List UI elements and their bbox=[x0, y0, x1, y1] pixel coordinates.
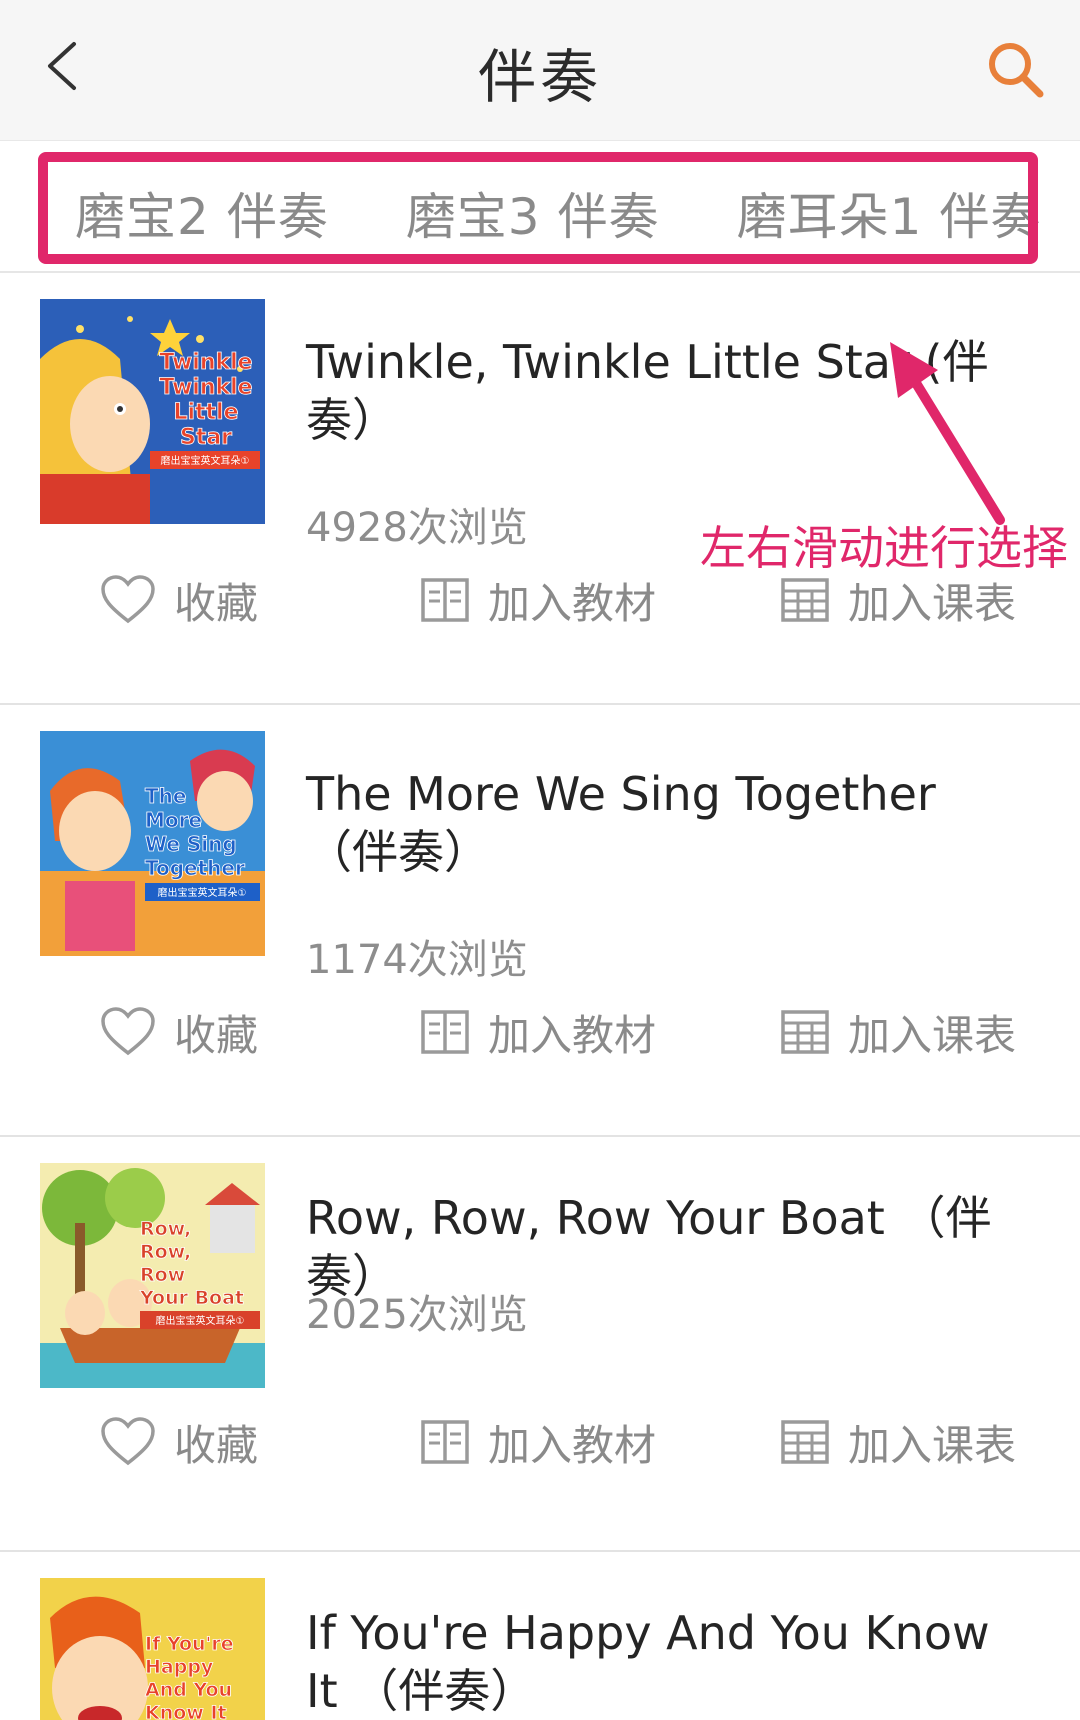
book-icon bbox=[421, 1420, 469, 1464]
cover-title-line: Star bbox=[180, 425, 232, 450]
book-icon bbox=[421, 1010, 469, 1054]
add-textbook-button[interactable]: 加入教材 bbox=[420, 1407, 656, 1477]
top-bar: 伴奏 bbox=[0, 0, 1080, 141]
search-button[interactable] bbox=[984, 38, 1046, 100]
cover-series-label: 磨出宝宝英文耳朵① bbox=[158, 886, 247, 899]
cover-image: Row, Row, Row Your Boat 磨出宝宝英文耳朵① bbox=[40, 1163, 265, 1388]
add-schedule-button[interactable]: 加入课表 bbox=[780, 1407, 1016, 1477]
cover-title-line: Twinkle bbox=[159, 350, 252, 375]
item-title[interactable]: The More We Sing Together （伴奏） bbox=[306, 765, 1026, 881]
cover-title-line: More bbox=[145, 808, 202, 832]
grid-icon bbox=[781, 1420, 829, 1464]
cover-title-line: And You bbox=[145, 1679, 232, 1701]
cover-title-line: The bbox=[145, 784, 186, 808]
cover-title-line: Your Boat bbox=[139, 1287, 244, 1309]
cover-title-line: Know It bbox=[145, 1702, 227, 1720]
cover-image: Twinkle Twinkle Little Star 磨出宝宝英文耳朵① bbox=[40, 299, 265, 524]
cover-title-line: Row bbox=[140, 1264, 185, 1286]
heart-icon bbox=[101, 575, 155, 624]
arrow-up-left-icon bbox=[890, 342, 1005, 525]
page-title: 伴奏 bbox=[477, 43, 602, 111]
list-item[interactable]: Row, Row, Row Your Boat 磨出宝宝英文耳朵① Row, R… bbox=[0, 1137, 1080, 1552]
favorite-label: 收藏 bbox=[174, 1010, 259, 1060]
cover-title-line: We Sing bbox=[145, 832, 237, 856]
add-schedule-label: 加入课表 bbox=[848, 1010, 1017, 1060]
book-icon bbox=[421, 578, 469, 622]
add-textbook-button[interactable]: 加入教材 bbox=[420, 565, 656, 635]
favorite-button[interactable]: 收藏 bbox=[100, 997, 258, 1067]
favorite-label: 收藏 bbox=[174, 578, 259, 628]
cover-image: If You're Happy And You Know It bbox=[40, 1578, 265, 1720]
favorite-label: 收藏 bbox=[174, 1420, 259, 1470]
tabs-highlight-box bbox=[38, 152, 1038, 264]
favorite-button[interactable]: 收藏 bbox=[100, 565, 258, 635]
add-textbook-label: 加入教材 bbox=[488, 1010, 657, 1060]
add-schedule-button[interactable]: 加入课表 bbox=[780, 997, 1016, 1067]
cover-series-label: 磨出宝宝英文耳朵① bbox=[156, 1314, 245, 1327]
heart-icon bbox=[101, 1007, 155, 1056]
cover-title-line: Row, bbox=[140, 1241, 191, 1263]
cover-title-line: Happy bbox=[145, 1656, 214, 1678]
grid-icon bbox=[781, 578, 829, 622]
cover-title-line: Little bbox=[173, 400, 238, 425]
view-count: 2025次浏览 bbox=[306, 1292, 528, 1338]
add-schedule-label: 加入课表 bbox=[848, 578, 1017, 628]
cover-title-line: If You're bbox=[145, 1633, 234, 1655]
cover-series-label: 磨出宝宝英文耳朵① bbox=[161, 454, 250, 467]
item-actions: 收藏 加入教材 加入课表 bbox=[0, 997, 1080, 1067]
search-icon bbox=[989, 43, 1044, 98]
heart-icon bbox=[101, 1417, 155, 1466]
list-item[interactable]: The More We Sing Together 磨出宝宝英文耳朵① The … bbox=[0, 705, 1080, 1137]
cover-title-line: Row, bbox=[140, 1218, 191, 1240]
view-count: 4928次浏览 bbox=[306, 505, 528, 551]
cover-title-line: Twinkle bbox=[159, 375, 252, 400]
view-count: 1174次浏览 bbox=[306, 937, 528, 983]
page: 伴奏 磨宝2 伴奏 磨宝3 伴奏 磨耳朵1 伴奏 Twinkle Twinkle… bbox=[0, 0, 1080, 1720]
cover-title-line: Together bbox=[145, 856, 245, 880]
swipe-hint: 左右滑动进行选择 bbox=[700, 521, 1068, 575]
cover-image: The More We Sing Together 磨出宝宝英文耳朵① bbox=[40, 731, 265, 956]
grid-icon bbox=[781, 1010, 829, 1054]
item-title[interactable]: If You're Happy And You Know It （伴奏） bbox=[306, 1604, 1026, 1720]
list-item[interactable]: If You're Happy And You Know It If You'r… bbox=[0, 1552, 1080, 1720]
favorite-button[interactable]: 收藏 bbox=[100, 1407, 258, 1477]
add-textbook-label: 加入教材 bbox=[488, 578, 657, 628]
item-actions: 收藏 加入教材 加入课表 bbox=[0, 1407, 1080, 1477]
add-textbook-label: 加入教材 bbox=[488, 1420, 657, 1470]
add-textbook-button[interactable]: 加入教材 bbox=[420, 997, 656, 1067]
add-schedule-label: 加入课表 bbox=[848, 1420, 1017, 1470]
